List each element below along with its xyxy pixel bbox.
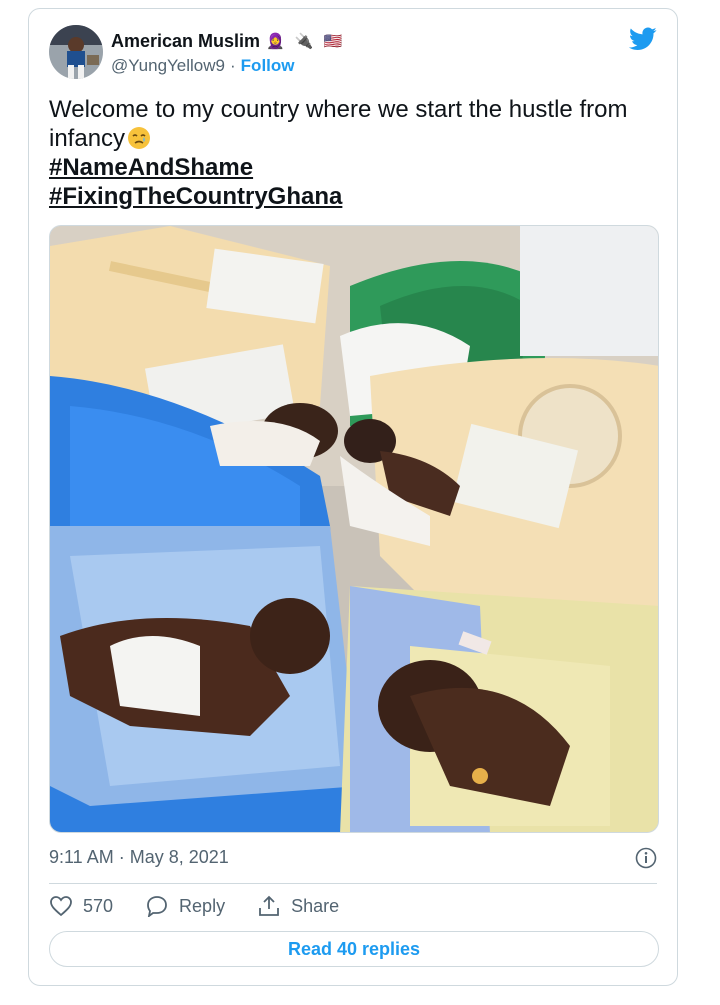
info-icon[interactable] [635, 847, 657, 869]
author-emoji: 🧕 🔌 🇺🇸 [266, 33, 346, 50]
crying-face-icon [128, 127, 151, 149]
reply-button[interactable]: Reply [145, 895, 225, 917]
twitter-bird-icon[interactable] [629, 27, 657, 51]
reply-label: Reply [179, 895, 226, 916]
divider [49, 883, 657, 884]
author-block: American Muslim 🧕 🔌 🇺🇸 @YungYellow9 · Foll… [111, 29, 345, 76]
author-handle[interactable]: @YungYellow9 [111, 56, 225, 75]
follow-button[interactable]: Follow [241, 56, 295, 75]
tweet-card[interactable]: American Muslim 🧕 🔌 🇺🇸 @YungYellow9 · Foll… [28, 8, 678, 986]
tweet-actions: 570 Reply Share [49, 895, 371, 917]
tweet-photo[interactable] [49, 225, 659, 833]
like-button[interactable]: 570 [49, 895, 113, 917]
hashtag-link[interactable]: #FixingTheCountryGhana [49, 182, 659, 211]
share-label: Share [291, 895, 340, 916]
heart-icon [50, 896, 72, 917]
tweet-timestamp[interactable]: 9:11 AM · May 8, 2021 [49, 847, 229, 868]
newborn-babies-photo [50, 226, 658, 832]
tweet-text: Welcome to my country where we start the… [49, 95, 659, 211]
speech-bubble-icon [147, 896, 167, 917]
avatar-image [49, 25, 103, 79]
avatar[interactable] [49, 25, 103, 79]
read-replies-button[interactable]: Read 40 replies [49, 931, 659, 967]
separator-dot: · [230, 56, 236, 75]
hashtag-link[interactable]: #NameAndShame [49, 153, 659, 182]
like-count: 570 [83, 895, 114, 916]
author-name[interactable]: American Muslim [111, 31, 260, 52]
upload-icon [259, 895, 279, 916]
share-button[interactable]: Share [257, 895, 339, 917]
